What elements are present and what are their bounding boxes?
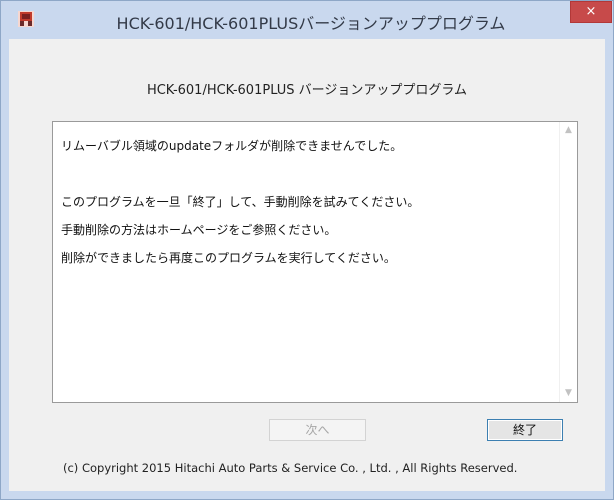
exit-button[interactable]: 終了	[487, 419, 563, 441]
message-text: リムーバブル領域のupdateフォルダが削除できませんでした。 このプログラムを…	[61, 125, 541, 279]
message-line: リムーバブル領域のupdateフォルダが削除できませんでした。	[61, 139, 403, 153]
message-line	[61, 167, 541, 181]
app-icon	[18, 11, 34, 27]
message-textarea[interactable]: リムーバブル領域のupdateフォルダが削除できませんでした。 このプログラムを…	[52, 121, 578, 403]
copyright-text: (c) Copyright 2015 Hitachi Auto Parts & …	[63, 461, 518, 475]
close-button[interactable]: ×	[570, 1, 612, 23]
scroll-down-arrow-icon[interactable]: ▼	[560, 385, 577, 402]
message-line: このプログラムを一旦「終了」して、手動削除を試みてください。	[61, 195, 420, 209]
dialog-heading: HCK-601/HCK-601PLUS バージョンアッププログラム	[146, 83, 468, 98]
app-window: HCK-601/HCK-601PLUSバージョンアッププログラム × HCK-6…	[0, 0, 614, 500]
message-line: 手動削除の方法はホームページをご参照ください。	[61, 223, 337, 237]
dialog-body: HCK-601/HCK-601PLUS バージョンアッププログラム リムーバブル…	[9, 39, 605, 491]
message-line: 削除ができましたら再度このプログラムを実行してください。	[61, 251, 396, 265]
close-icon: ×	[585, 4, 597, 19]
scroll-up-arrow-icon[interactable]: ▲	[560, 122, 577, 139]
next-button[interactable]: 次へ	[269, 419, 366, 441]
vertical-scrollbar[interactable]: ▲ ▼	[559, 122, 577, 402]
window-title: HCK-601/HCK-601PLUSバージョンアッププログラム	[116, 14, 506, 33]
title-bar[interactable]: HCK-601/HCK-601PLUSバージョンアッププログラム ×	[1, 1, 613, 39]
